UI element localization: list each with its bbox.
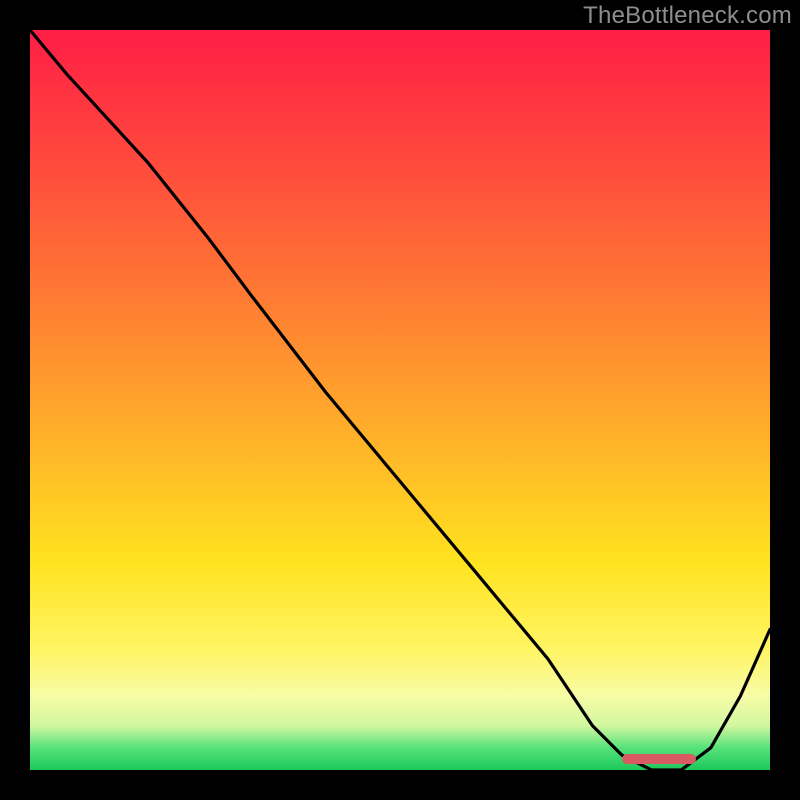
optimal-range-bar bbox=[622, 754, 696, 764]
plot-area bbox=[30, 30, 770, 770]
stage: TheBottleneck.com bbox=[0, 0, 800, 800]
bottleneck-curve bbox=[30, 30, 770, 770]
curve-path bbox=[30, 30, 770, 770]
watermark-text: TheBottleneck.com bbox=[583, 2, 792, 30]
